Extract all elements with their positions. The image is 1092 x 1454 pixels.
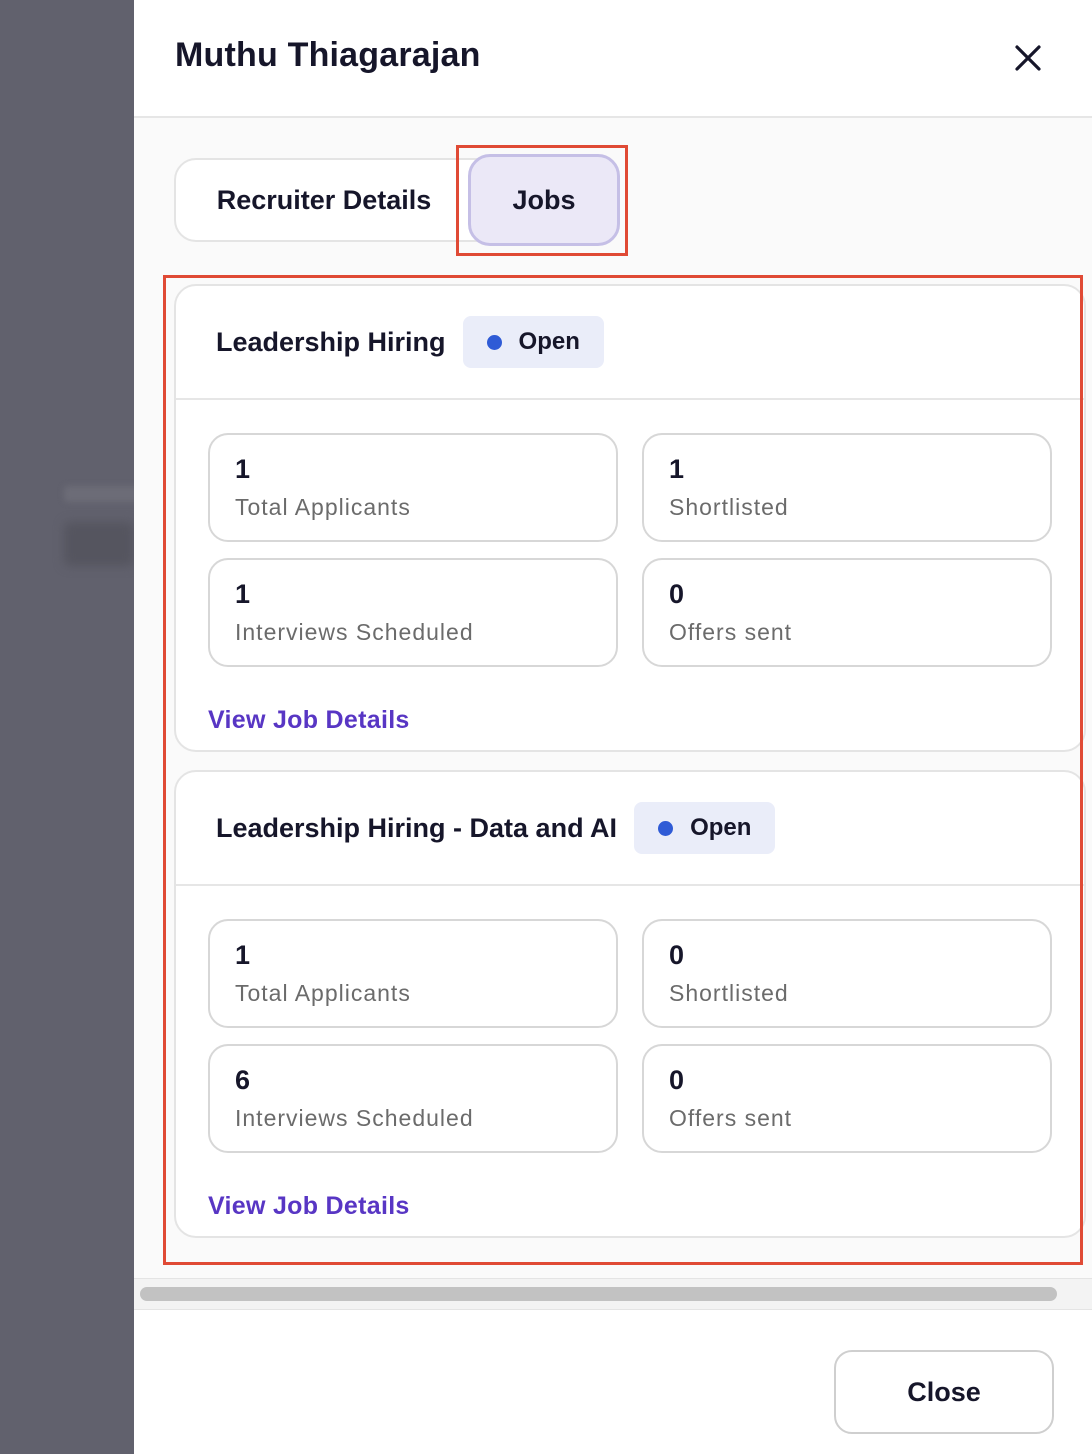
status-dot-icon [658, 820, 674, 836]
job-stats-grid: 1 Total Applicants 1 Shortlisted 1 Inter… [208, 433, 1052, 667]
stat-label: Shortlisted [669, 980, 789, 1006]
stat-label: Total Applicants [235, 980, 411, 1006]
job-card-header: Leadership Hiring Open [176, 286, 1084, 400]
job-stats-grid: 1 Total Applicants 0 Shortlisted 6 Inter… [208, 919, 1052, 1153]
job-title: Leadership Hiring [216, 326, 446, 357]
tab-recruiter-details[interactable]: Recruiter Details [176, 160, 472, 240]
stat-value: 1 [235, 454, 251, 484]
status-badge: Open [462, 316, 604, 368]
stat-value: 0 [669, 1065, 685, 1095]
stat-value: 1 [235, 940, 251, 970]
drawer-title: Muthu Thiagarajan [175, 36, 481, 74]
stat-label: Offers sent [669, 619, 793, 645]
blurred-background-label [64, 486, 144, 502]
stat-label: Interviews Scheduled [235, 619, 474, 645]
stat-shortlisted: 1 Shortlisted [642, 433, 1052, 542]
stat-total-applicants: 1 Total Applicants [208, 919, 618, 1028]
status-label: Open [518, 328, 580, 355]
tab-jobs[interactable]: Jobs [468, 154, 620, 246]
stat-value: 6 [235, 1065, 251, 1095]
job-card: Leadership Hiring Open 1 Total Applicant… [174, 284, 1086, 752]
view-job-details-link[interactable]: View Job Details [208, 706, 410, 735]
stat-label: Offers sent [669, 1105, 793, 1131]
stat-value: 0 [669, 579, 685, 609]
stat-value: 0 [669, 940, 685, 970]
stat-shortlisted: 0 Shortlisted [642, 919, 1052, 1028]
status-badge: Open [634, 802, 776, 854]
status-label: Open [690, 814, 752, 841]
stat-value: 1 [669, 454, 685, 484]
view-job-details-link[interactable]: View Job Details [208, 1192, 410, 1221]
job-title: Leadership Hiring - Data and AI [216, 812, 618, 843]
tab-bar: Recruiter Details Jobs [174, 154, 620, 246]
blurred-background-number [64, 522, 134, 566]
stat-label: Interviews Scheduled [235, 1105, 474, 1131]
stat-offers-sent: 0 Offers sent [642, 558, 1052, 667]
stat-value: 1 [235, 579, 251, 609]
drawer-header: Muthu Thiagarajan [134, 0, 1092, 118]
recruiter-drawer: Muthu Thiagarajan Recruiter Details Jobs… [134, 0, 1092, 1454]
backdrop-overlay[interactable] [0, 0, 144, 1454]
scrollbar-thumb[interactable] [140, 1287, 1057, 1301]
stat-total-applicants: 1 Total Applicants [208, 433, 618, 542]
job-card: Leadership Hiring - Data and AI Open 1 T… [174, 770, 1086, 1238]
stat-interviews-scheduled: 1 Interviews Scheduled [208, 558, 618, 667]
stat-label: Total Applicants [235, 494, 411, 520]
status-dot-icon [486, 334, 502, 350]
stat-label: Shortlisted [669, 494, 789, 520]
stat-interviews-scheduled: 6 Interviews Scheduled [208, 1044, 618, 1153]
job-card-header: Leadership Hiring - Data and AI Open [176, 772, 1084, 886]
horizontal-scrollbar[interactable] [134, 1278, 1092, 1310]
jobs-list: Leadership Hiring Open 1 Total Applicant… [174, 284, 1086, 1256]
drawer-footer: Close [134, 1310, 1092, 1454]
close-icon[interactable] [1008, 38, 1048, 78]
stat-offers-sent: 0 Offers sent [642, 1044, 1052, 1153]
close-button[interactable]: Close [834, 1350, 1054, 1434]
